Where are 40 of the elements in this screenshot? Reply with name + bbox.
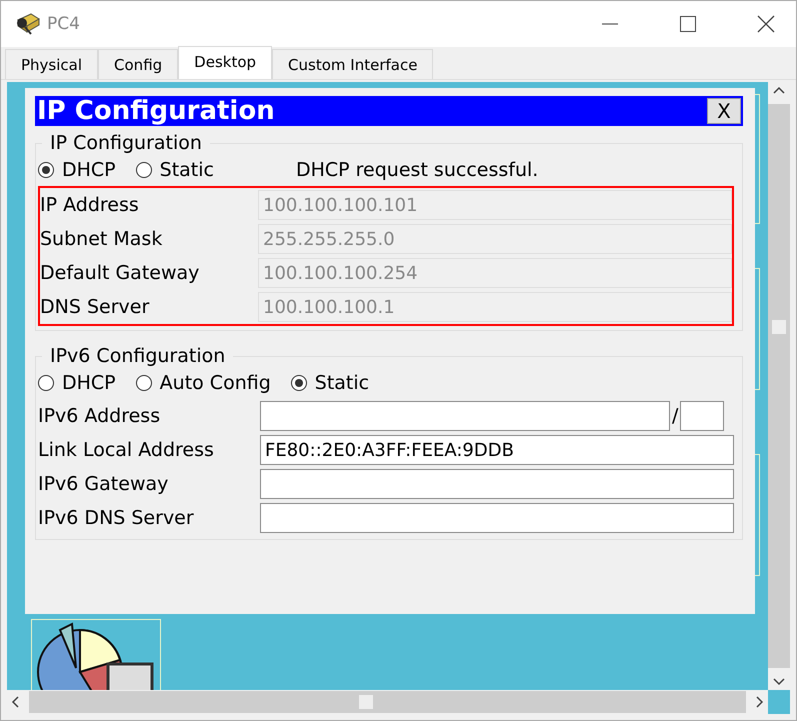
radio-button[interactable] (290, 375, 307, 391)
text-field[interactable] (260, 401, 670, 431)
section-title: IPv6 Configuration (49, 345, 226, 367)
field-label: IP Address (40, 194, 140, 216)
field-label: Subnet Mask (40, 228, 164, 250)
section-title: IP Configuration (49, 132, 203, 154)
close-button[interactable]: X (707, 98, 741, 124)
text-field[interactable] (680, 401, 724, 431)
scrollbar-corner (768, 690, 790, 714)
window-title: PC4 (47, 14, 81, 34)
maximize-icon (680, 16, 696, 32)
radio-label[interactable]: Static (314, 372, 370, 394)
field-label: Link Local Address (38, 439, 215, 461)
radio-label[interactable]: Auto Config (160, 372, 271, 394)
minimize-icon (602, 23, 618, 25)
dialog-title: IP Configuration (36, 96, 275, 126)
tab[interactable]: Physical (5, 49, 98, 79)
field-label: IPv6 Gateway (38, 473, 170, 495)
status-text: DHCP request successful. (296, 159, 538, 181)
radio-label[interactable]: DHCP (62, 372, 116, 394)
radio-label[interactable]: Static (160, 159, 214, 181)
text-field[interactable] (260, 469, 734, 499)
scroll-thumb[interactable] (772, 320, 786, 334)
radio-button[interactable] (38, 162, 54, 178)
text-field[interactable]: FE80::2E0:A3FF:FEEA:9DDB (260, 435, 734, 465)
separator-text: / (672, 405, 678, 427)
field-label: IPv6 Address (38, 405, 162, 427)
radio-button[interactable] (38, 375, 54, 391)
tab[interactable]: Custom Interface (272, 49, 434, 79)
text-field[interactable] (260, 503, 734, 533)
field-label: IPv6 DNS Server (38, 507, 195, 529)
scroll-thumb[interactable] (359, 695, 373, 709)
radio-button[interactable] (136, 375, 152, 391)
tab[interactable]: Desktop (178, 46, 272, 79)
close-icon (757, 15, 775, 33)
field-label: DNS Server (40, 296, 150, 318)
radio-button[interactable] (136, 162, 152, 178)
radio-label[interactable]: DHCP (62, 159, 116, 181)
tab[interactable]: Config (98, 49, 178, 79)
field-label: Default Gateway (40, 262, 200, 284)
